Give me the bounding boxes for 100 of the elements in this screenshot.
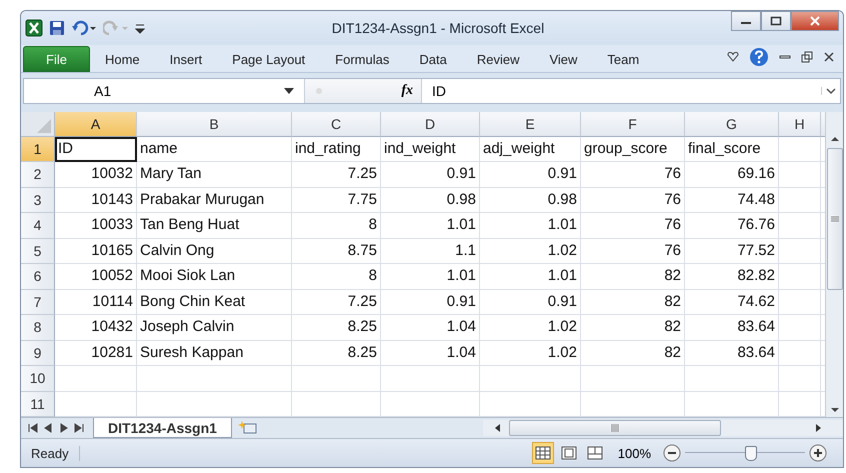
zoom-level[interactable]: 100%: [618, 446, 651, 461]
table-cell: 10165: [55, 238, 137, 264]
table-cell: Joseph Calvin: [137, 315, 292, 341]
zoom-out-icon[interactable]: [663, 444, 681, 462]
column-header[interactable]: G: [685, 112, 779, 137]
table-cell: 1.1: [381, 238, 480, 264]
table-cell: 10052: [55, 264, 137, 290]
empty-cell: [779, 188, 821, 214]
ribbon-tab[interactable]: Page Layout: [217, 46, 320, 72]
column-header[interactable]: D: [381, 112, 480, 137]
grip-icon: [830, 216, 838, 222]
table-cell: 10114: [55, 290, 137, 316]
normal-view-button[interactable]: [532, 442, 554, 464]
file-tab[interactable]: File: [23, 46, 90, 72]
scroll-thumb[interactable]: [509, 420, 721, 436]
table-cell: 8.25: [292, 340, 381, 366]
row-header[interactable]: 1: [21, 136, 55, 162]
table-cell: 76: [581, 162, 685, 188]
column-header[interactable]: H: [779, 112, 821, 137]
ribbon-tab[interactable]: Home: [90, 46, 155, 72]
table-cell: 7.25: [292, 290, 381, 316]
column-header[interactable]: C: [292, 112, 381, 137]
table-cell: 83.64: [685, 315, 779, 341]
table-cell: 1.02: [480, 340, 581, 366]
table-cell: 82: [581, 340, 685, 366]
table-cell: 76.76: [685, 213, 779, 239]
grid-icon: [534, 446, 551, 460]
excel-logo-icon[interactable]: [25, 18, 43, 37]
table-cell: ind_weight: [381, 136, 480, 162]
table-cell: 1.02: [480, 315, 581, 341]
restore-icon[interactable]: [801, 51, 813, 64]
row-header[interactable]: 5: [21, 238, 55, 264]
table-cell: 1.01: [480, 213, 581, 239]
minimize-button[interactable]: [731, 11, 761, 31]
row-header[interactable]: 4: [21, 213, 55, 239]
ribbon-tab[interactable]: Team: [592, 46, 654, 72]
table-cell: Tan Beng Huat: [137, 213, 292, 239]
table-cell: 82: [581, 264, 685, 290]
close-button[interactable]: [791, 11, 839, 31]
table-cell: Mary Tan: [137, 162, 292, 188]
sheet-tab[interactable]: DIT1234-Assgn1: [93, 418, 232, 438]
row-header[interactable]: 10: [21, 366, 55, 392]
scroll-left-icon[interactable]: [493, 423, 503, 434]
table-cell: 76: [581, 238, 685, 264]
window-title: DIT1234-Assgn1 - Microsoft Excel: [330, 20, 546, 36]
empty-cell: [779, 162, 821, 188]
zoom-in-icon[interactable]: [809, 444, 827, 462]
table-cell: 10143: [55, 188, 137, 214]
ribbon-tab[interactable]: Formulas: [320, 46, 404, 72]
column-header[interactable]: A: [55, 112, 137, 137]
table-cell: 8: [292, 213, 381, 239]
help-icon[interactable]: [749, 47, 769, 68]
table-cell: group_score: [581, 136, 685, 162]
row-header[interactable]: 8: [21, 315, 55, 341]
table-cell: 10432: [55, 315, 137, 341]
table-cell: Mooi Siok Lan: [137, 264, 292, 290]
status-text: Ready: [21, 446, 80, 461]
table-cell: 1.04: [381, 315, 480, 341]
column-header[interactable]: F: [581, 112, 685, 137]
table-cell: 69.16: [685, 162, 779, 188]
save-icon[interactable]: [49, 20, 65, 36]
ribbon-tab[interactable]: View: [534, 46, 592, 72]
row-header[interactable]: 9: [21, 340, 55, 366]
column-header[interactable]: B: [137, 112, 292, 137]
row-header[interactable]: 3: [21, 188, 55, 214]
table-cell: 0.98: [480, 188, 581, 214]
scroll-thumb[interactable]: [826, 148, 842, 290]
ribbon-tab[interactable]: Data: [404, 46, 462, 72]
empty-cell: [779, 290, 821, 316]
table-cell: 0.91: [381, 162, 480, 188]
table-cell: 1.04: [381, 340, 480, 366]
row-header[interactable]: 11: [21, 392, 55, 418]
table-cell: 0.91: [480, 290, 581, 316]
table-cell: 74.48: [685, 188, 779, 214]
maximize-button[interactable]: [761, 11, 791, 31]
table-cell: 77.52: [685, 238, 779, 264]
table-cell: 1.01: [381, 213, 480, 239]
undo-icon[interactable]: [71, 20, 97, 36]
close-icon[interactable]: [823, 51, 835, 64]
table-cell: Bong Chin Keat: [137, 290, 292, 316]
table-cell: 82.82: [685, 264, 779, 290]
table-cell: 10033: [55, 213, 137, 239]
table-cell: 1.02: [480, 238, 581, 264]
table-cell: ind_rating: [292, 136, 381, 162]
row-header[interactable]: 7: [21, 290, 55, 316]
ribbon-tab[interactable]: Insert: [154, 46, 218, 72]
table-cell: 83.64: [685, 340, 779, 366]
heart-icon[interactable]: [727, 52, 739, 62]
table-cell: 10281: [55, 340, 137, 366]
vertical-scrollbar[interactable]: [825, 112, 843, 418]
empty-cell: [779, 136, 821, 162]
horizontal-scrollbar[interactable]: [483, 420, 843, 436]
column-header[interactable]: E: [480, 112, 581, 137]
scroll-right-icon[interactable]: [813, 423, 823, 434]
table-cell: 1.01: [381, 264, 480, 290]
row-header[interactable]: 2: [21, 162, 55, 188]
table-cell: final_score: [685, 136, 779, 162]
table-cell: adj_weight: [480, 136, 581, 162]
row-header[interactable]: 6: [21, 264, 55, 290]
ribbon-tab[interactable]: Review: [462, 46, 534, 72]
